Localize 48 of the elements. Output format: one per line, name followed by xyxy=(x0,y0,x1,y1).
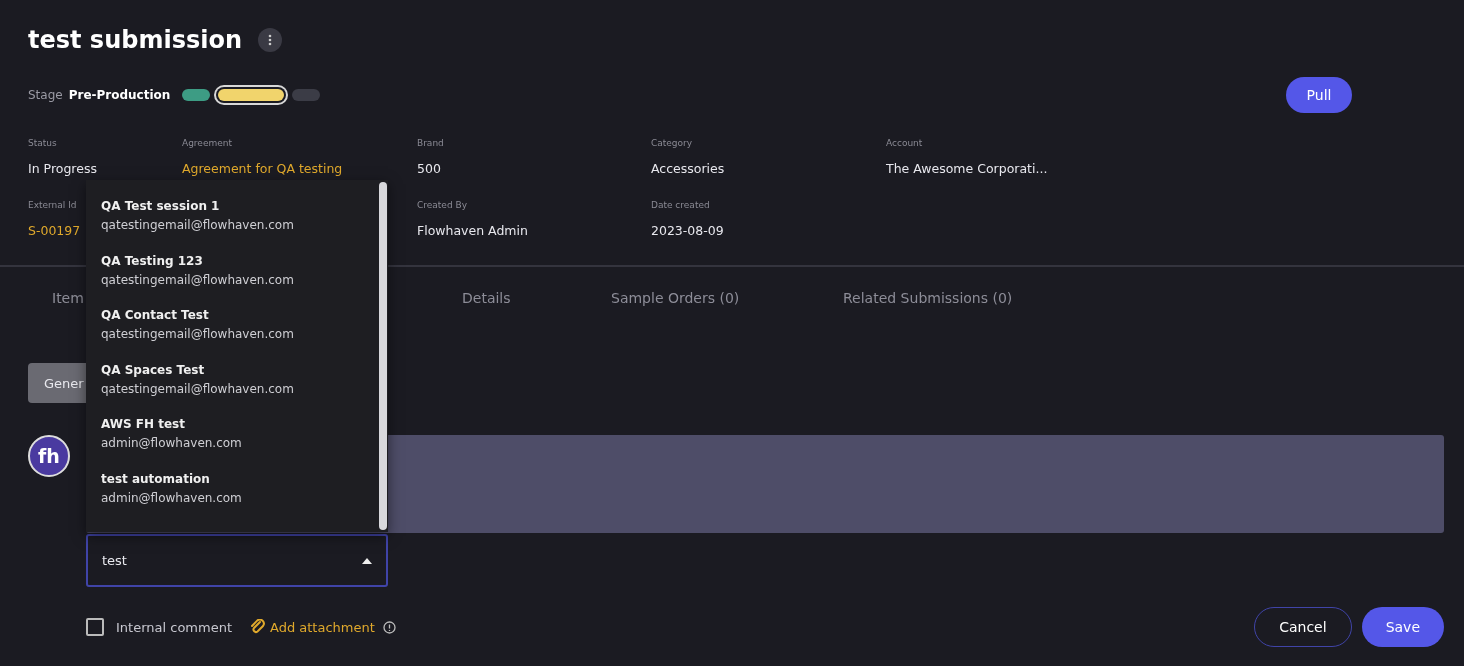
option-name[interactable]: QA Contact Test xyxy=(101,308,372,322)
pull-button[interactable]: Pull xyxy=(1286,77,1352,113)
tab[interactable]: Item xyxy=(52,287,84,309)
field-label: Date created xyxy=(651,200,710,210)
stage-value: Pre-Production xyxy=(68,88,171,102)
field-label: Status xyxy=(28,138,57,148)
tab[interactable]: Related Submissions (0) xyxy=(843,287,1013,309)
cancel-button[interactable]: Cancel xyxy=(1254,607,1352,647)
field-value: In Progress xyxy=(28,161,98,176)
field-label: External Id xyxy=(28,200,77,210)
field-label: Category xyxy=(651,138,693,148)
paperclip-icon xyxy=(250,619,266,635)
field-label: Created By xyxy=(417,200,467,210)
info-icon[interactable] xyxy=(382,620,396,634)
option-name[interactable]: QA Test session 1 xyxy=(101,199,372,213)
add-attachment-link[interactable]: Add attachment xyxy=(250,619,375,635)
option-email[interactable]: admin@flowhaven.com xyxy=(101,436,372,450)
option-name[interactable]: AWS FH test xyxy=(101,417,372,431)
option-name[interactable]: QA Spaces Test xyxy=(101,362,372,377)
field-value: The Awesome Corporati... xyxy=(886,161,1049,176)
field-label: Account xyxy=(886,138,923,148)
field-value: 500 xyxy=(417,161,442,176)
page-title: test submission xyxy=(28,26,243,54)
tab[interactable]: Sample Orders (0) xyxy=(611,287,740,309)
field-value: 2023-08-09 xyxy=(651,223,725,238)
option-email[interactable]: qatestingemail@flowhaven.com xyxy=(101,272,372,287)
tab[interactable]: Details xyxy=(462,287,511,309)
avatar: fh xyxy=(28,435,70,477)
option-email[interactable]: qatestingemail@flowhaven.com xyxy=(101,218,372,232)
caret-icon xyxy=(362,557,372,564)
field-value: Accessories xyxy=(651,161,726,176)
option-name[interactable]: test automation xyxy=(101,471,372,486)
save-button[interactable]: Save xyxy=(1361,607,1444,647)
option-name[interactable]: QA Testing 123 xyxy=(101,253,372,268)
stage-label: Stage xyxy=(28,88,63,102)
recipient-combobox[interactable]: test xyxy=(86,534,388,587)
field-link[interactable]: Agreement for QA testing xyxy=(182,161,417,176)
scrollbar[interactable] xyxy=(379,182,387,530)
checkbox-label: Internal comment xyxy=(116,619,232,635)
field-label: Brand xyxy=(417,138,444,148)
more-options-icon[interactable] xyxy=(258,28,283,52)
generate-button[interactable]: Gener xyxy=(28,363,86,403)
field-label: Agreement xyxy=(182,138,232,148)
checkbox[interactable] xyxy=(86,618,104,636)
field-value: Flowhaven Admin xyxy=(417,223,529,238)
option-email[interactable]: admin@flowhaven.com xyxy=(101,490,372,505)
option-email[interactable]: qatestingemail@flowhaven.com xyxy=(101,327,372,341)
option-email[interactable]: qatestingemail@flowhaven.com xyxy=(101,381,372,396)
